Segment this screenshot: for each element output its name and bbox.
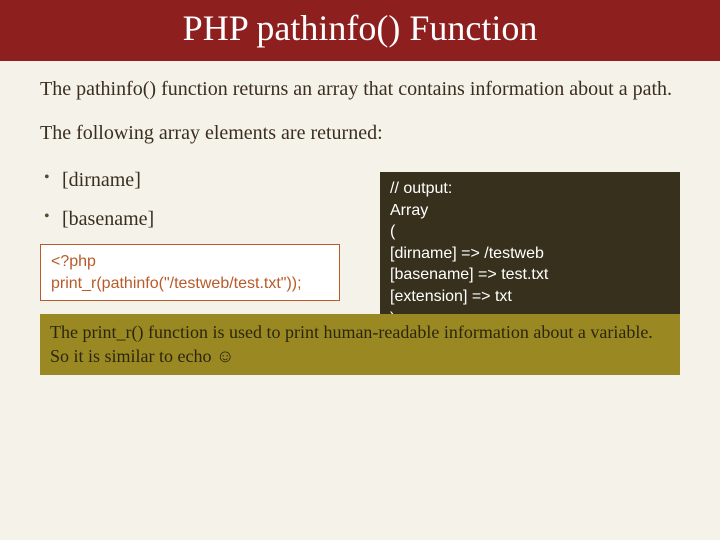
slide-title: PHP pathinfo() Function — [0, 0, 720, 61]
note-box: The print_r() function is used to print … — [40, 314, 680, 375]
code-example-box: <?php print_r(pathinfo("/testweb/test.tx… — [40, 244, 340, 301]
intro-paragraph-2: The following array elements are returne… — [40, 119, 680, 147]
output-box: // output: Array ( [dirname] => /testweb… — [380, 172, 680, 335]
intro-paragraph-1: The pathinfo() function returns an array… — [40, 75, 680, 103]
